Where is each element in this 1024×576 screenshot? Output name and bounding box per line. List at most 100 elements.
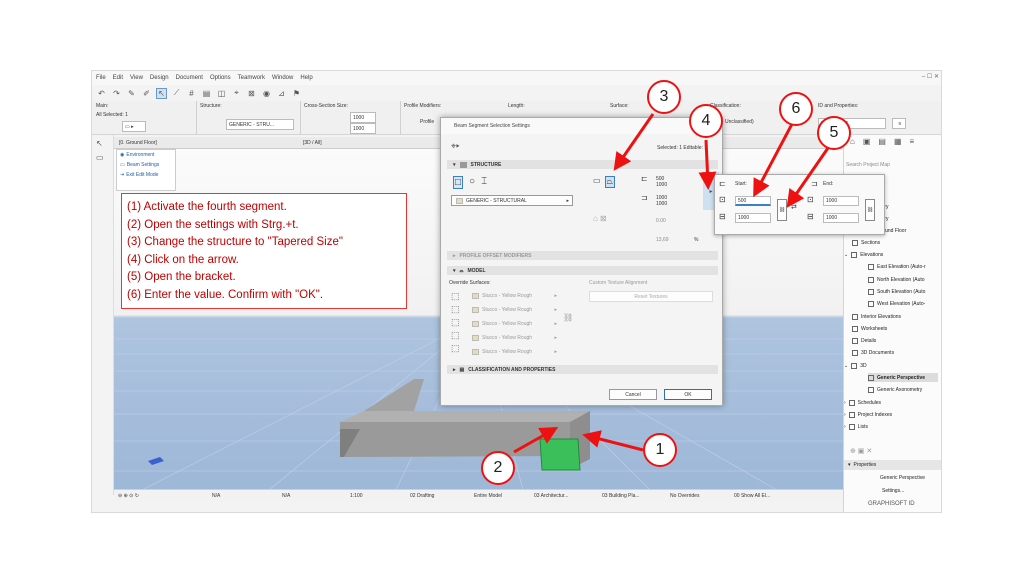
- renovation-selector[interactable]: 00 Show All El...: [734, 493, 770, 499]
- structure-dropdown[interactable]: GENERIC - STRU...: [226, 119, 294, 130]
- nav-item-3d-documents[interactable]: 3D Documents: [852, 348, 894, 357]
- nav-item-south[interactable]: South Elevation (Auto: [868, 287, 925, 296]
- surface-row-1[interactable]: Stucco - Yellow Rough ▸: [472, 292, 557, 300]
- slant-icons[interactable]: ⌂ ⊠: [593, 214, 607, 223]
- project-map-icon[interactable]: ⌂: [850, 137, 855, 151]
- menu-design[interactable]: Design: [150, 75, 169, 81]
- nav-item-elevations[interactable]: ⌄ Elevations: [844, 250, 883, 259]
- nav-item-west[interactable]: West Elevation (Auto-: [868, 299, 925, 308]
- chevron-right-icon[interactable]: ›: [844, 400, 846, 406]
- exit-edit-item[interactable]: ⇥ Exit Edit Mode: [117, 170, 175, 180]
- redo-icon[interactable]: ↷: [111, 88, 122, 99]
- nav-item-east[interactable]: East Elevation (Auto-r: [868, 262, 926, 271]
- favorites-icon[interactable]: ⌖▸: [451, 141, 460, 152]
- cs-height-input[interactable]: 1000: [350, 123, 376, 134]
- nav-item-generic-perspective[interactable]: Generic Perspective: [868, 373, 938, 382]
- nav-item-project-indexes[interactable]: › Project Indexes: [844, 410, 892, 419]
- model-view-selector[interactable]: 03 Building Pla...: [602, 493, 640, 499]
- view-icon[interactable]: ◫: [216, 88, 227, 99]
- filter-icon[interactable]: ⊠: [246, 88, 257, 99]
- start-height-input[interactable]: 500: [735, 196, 771, 206]
- uniform-size-icon[interactable]: ▭: [593, 176, 601, 188]
- snap-icon[interactable]: ⟋: [171, 88, 182, 99]
- nav-item-sections[interactable]: Sections: [852, 238, 880, 247]
- menu-options[interactable]: Options: [210, 75, 231, 81]
- undo-icon[interactable]: ↶: [96, 88, 107, 99]
- rectangle-shape-icon[interactable]: □: [453, 176, 464, 189]
- surface-row-3[interactable]: Stucco - Yellow Rough ▸: [472, 320, 557, 328]
- section-icon[interactable]: ⌖: [231, 88, 242, 99]
- nav-item-schedules[interactable]: › Schedules: [844, 398, 881, 407]
- pen-set-selector[interactable]: 03 Architectur...: [534, 493, 568, 499]
- link-icon[interactable]: ⇄: [791, 203, 797, 211]
- tab-3d-all[interactable]: [3D / All]: [300, 138, 325, 148]
- element-type-selector[interactable]: ▭ ▸: [122, 121, 146, 132]
- overrides-selector[interactable]: No Overrides: [670, 493, 699, 499]
- surface-row-5[interactable]: Stucco - Yellow Rough ▸: [472, 348, 557, 356]
- model-section-header[interactable]: ▾ ⌓ MODEL: [447, 266, 718, 275]
- chevron-down-icon[interactable]: ⌄: [844, 252, 848, 258]
- nav-item-details[interactable]: Details: [852, 336, 876, 345]
- surface-row-2[interactable]: Stucco - Yellow Rough ▸: [472, 306, 557, 314]
- marquee-tool-icon[interactable]: ▭: [96, 153, 110, 163]
- tapered-size-icon[interactable]: ⏢: [604, 176, 615, 188]
- nav-item-interior[interactable]: Interior Elevations: [852, 312, 901, 321]
- beam-segment-1[interactable]: [340, 422, 570, 457]
- tab-ground-floor[interactable]: [0. Ground Floor]: [116, 138, 160, 148]
- menu-edit[interactable]: Edit: [113, 75, 123, 81]
- nav-item-north[interactable]: North Elevation (Auto: [868, 275, 925, 284]
- id-settings-button[interactable]: ≡: [892, 118, 906, 129]
- pick-icon[interactable]: ✎: [126, 88, 137, 99]
- beam-segment-4-selected[interactable]: [539, 438, 581, 471]
- graphisoft-id[interactable]: GRAPHISOFT ID: [868, 501, 915, 507]
- start-width-input[interactable]: 1000: [735, 213, 771, 223]
- layout-book-icon[interactable]: ▤: [878, 137, 886, 151]
- chevron-down-icon[interactable]: ⌄: [844, 363, 848, 369]
- angle-unit[interactable]: %: [694, 237, 698, 243]
- publisher-icon[interactable]: ▦: [894, 137, 902, 151]
- profile-shape-icon[interactable]: ⌶: [481, 176, 487, 189]
- menu-icon[interactable]: ≡: [910, 137, 915, 151]
- environment-item[interactable]: ◉ Environment: [117, 150, 175, 160]
- structure-dropdown[interactable]: GENERIC - STRUCTURAL ▸: [451, 195, 573, 206]
- layer-icon[interactable]: ▤: [201, 88, 212, 99]
- model-selector[interactable]: Entire Model: [474, 493, 502, 499]
- nav-item-generic-axonometry[interactable]: Generic Axonometry: [868, 385, 922, 394]
- end-width-input[interactable]: 1000: [823, 213, 859, 223]
- menu-teamwork[interactable]: Teamwork: [238, 75, 265, 81]
- ok-button[interactable]: OK: [664, 389, 712, 400]
- surface-row-4[interactable]: Stucco - Yellow Rough ▸: [472, 334, 557, 342]
- end-link-bracket[interactable]: ⛓: [865, 199, 875, 221]
- navigator-actions[interactable]: ⊕ ▣ ✕: [850, 447, 872, 455]
- grid-snap-icon[interactable]: #: [186, 88, 197, 99]
- menu-window[interactable]: Window: [272, 75, 293, 81]
- beam-settings-item[interactable]: ▭ Beam Settings: [117, 160, 175, 170]
- reset-textures-button[interactable]: Reset Textures: [589, 291, 713, 302]
- classification-value[interactable]: Unclassified): [725, 119, 754, 125]
- structure-section-header[interactable]: ▾ STRUCTURE: [447, 160, 718, 169]
- classification-section-header[interactable]: ▸ ▤ CLASSIFICATION AND PROPERTIES: [447, 365, 718, 374]
- cs-width-input[interactable]: 1000: [350, 112, 376, 123]
- start-link-bracket[interactable]: ⛓: [777, 199, 787, 221]
- menu-help[interactable]: Help: [300, 75, 312, 81]
- flag-icon[interactable]: ⚑: [291, 88, 302, 99]
- scale-selector[interactable]: 1:100: [350, 493, 363, 499]
- settings-button[interactable]: Settings...: [882, 488, 904, 494]
- profile-offset-section-header[interactable]: ▸ PROFILE OFFSET MODIFIERS: [447, 251, 718, 260]
- properties-header[interactable]: ▾ Properties: [844, 460, 941, 470]
- nav-item-3d[interactable]: ⌄ 3D: [844, 361, 867, 370]
- chevron-right-icon[interactable]: ›: [844, 412, 846, 418]
- menu-document[interactable]: Document: [176, 75, 203, 81]
- measure-icon[interactable]: ⊿: [276, 88, 287, 99]
- chain-icon[interactable]: ⛓: [563, 313, 573, 322]
- arrow-tool-icon[interactable]: ↖: [96, 139, 110, 149]
- beam-segment-3[interactable]: [364, 379, 424, 411]
- chevron-right-icon[interactable]: ›: [844, 424, 846, 430]
- end-height-input[interactable]: 1000: [823, 196, 859, 206]
- layer-selector[interactable]: 02 Drafting: [410, 493, 434, 499]
- cancel-button[interactable]: Cancel: [609, 389, 657, 400]
- nav-item-worksheets[interactable]: Worksheets: [852, 324, 887, 333]
- nav-item-lists[interactable]: › Lists: [844, 422, 868, 431]
- profile-value[interactable]: Profile: [420, 119, 434, 125]
- eyedropper-icon[interactable]: ✐: [141, 88, 152, 99]
